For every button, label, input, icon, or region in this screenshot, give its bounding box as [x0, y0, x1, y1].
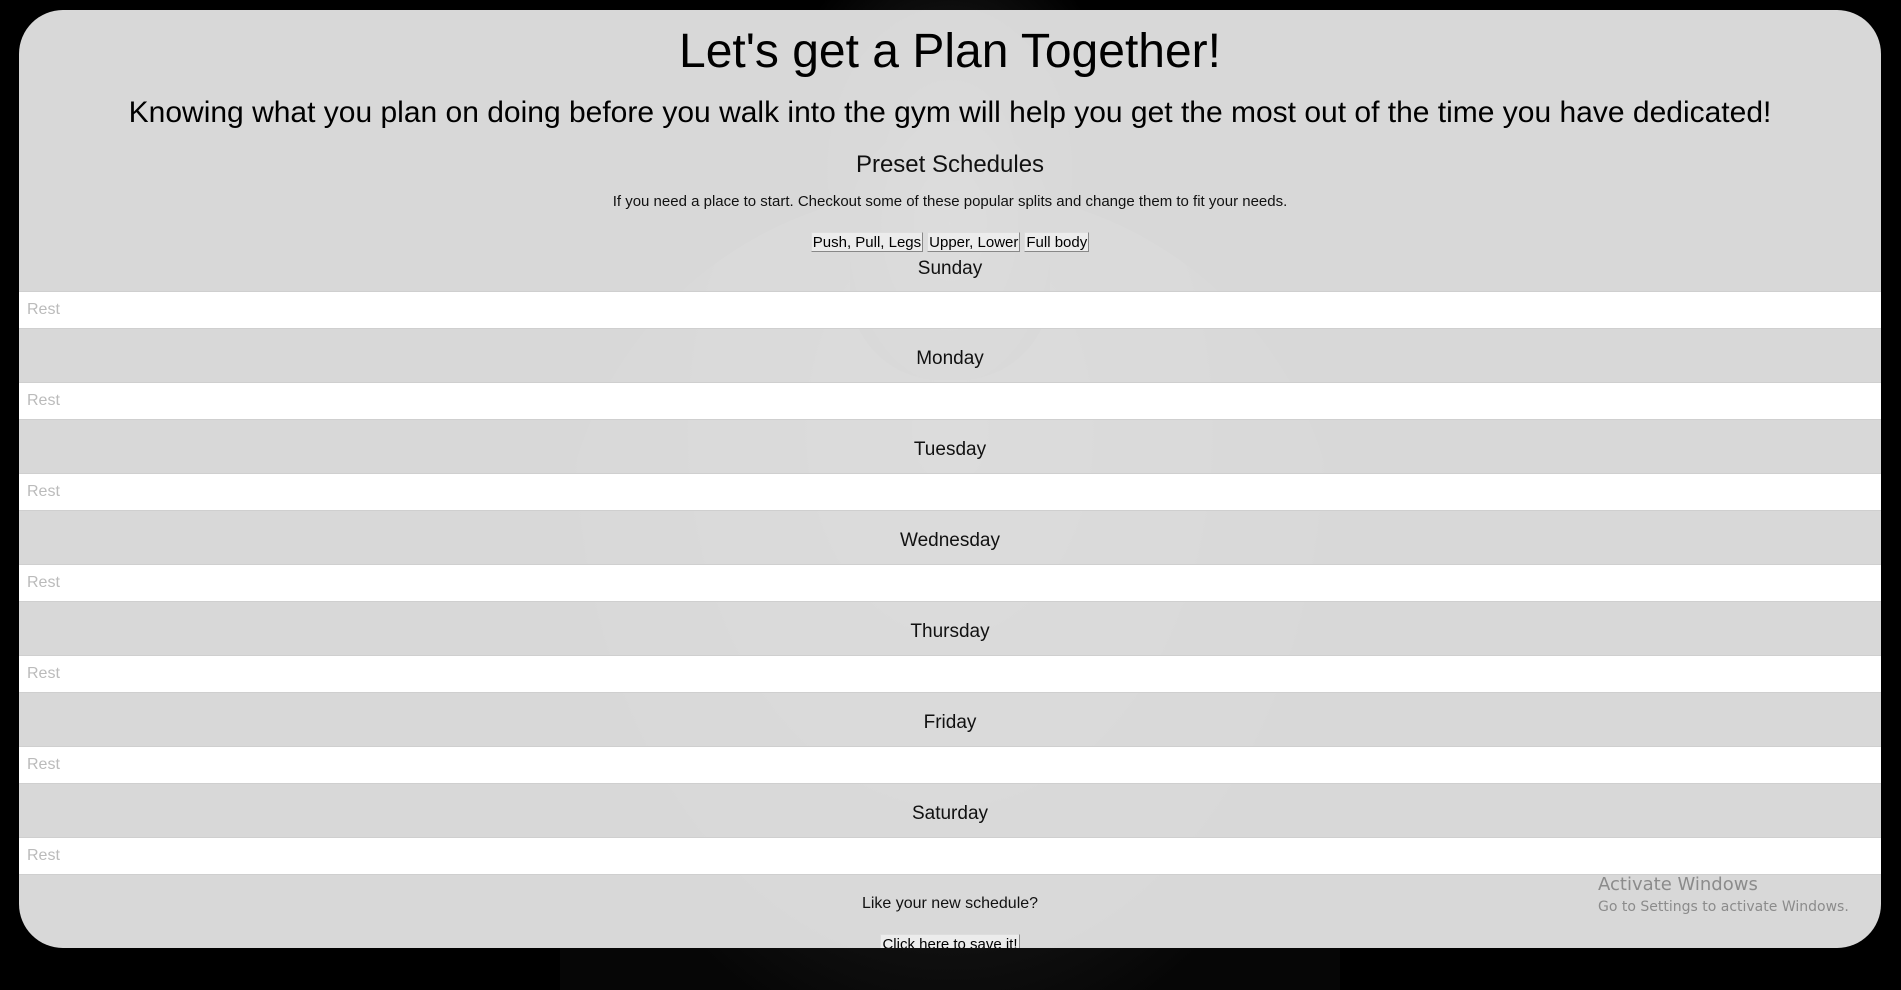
day-input-wednesday[interactable]: [19, 564, 1881, 602]
day-label-thursday: Thursday: [910, 621, 990, 642]
day-input-friday[interactable]: [19, 746, 1881, 784]
weekly-schedule: Sunday Monday Tuesday Wednesday Thursday…: [19, 255, 1881, 875]
day-input-sunday[interactable]: [19, 291, 1881, 329]
preset-buttons-group: Push, Pull, Legs Upper, Lower Full body: [19, 232, 1881, 252]
preset-push-pull-legs-button[interactable]: Push, Pull, Legs: [810, 232, 924, 252]
planner-panel: Let's get a Plan Together! Knowing what …: [19, 10, 1881, 948]
day-label-friday: Friday: [923, 712, 977, 733]
day-label-monday: Monday: [916, 348, 984, 369]
preset-schedules-heading: Preset Schedules: [855, 151, 1045, 178]
day-input-monday[interactable]: [19, 382, 1881, 420]
day-label-sunday: Sunday: [917, 258, 983, 279]
preset-schedules-description: If you need a place to start. Checkout s…: [612, 193, 1288, 210]
save-schedule-button[interactable]: Click here to save it!: [880, 934, 1020, 948]
preset-full-body-button[interactable]: Full body: [1024, 232, 1090, 252]
day-label-saturday: Saturday: [911, 803, 989, 824]
preset-upper-lower-button[interactable]: Upper, Lower: [927, 232, 1021, 252]
windows-activation-watermark: Activate Windows Go to Settings to activ…: [1598, 874, 1849, 915]
watermark-title: Activate Windows: [1598, 874, 1758, 895]
page-title: Let's get a Plan Together!: [679, 25, 1221, 78]
page-subtitle: Knowing what you plan on doing before yo…: [128, 96, 1772, 129]
save-button-wrapper: Click here to save it!: [19, 934, 1881, 948]
day-label-tuesday: Tuesday: [913, 439, 987, 460]
day-input-saturday[interactable]: [19, 837, 1881, 875]
watermark-subtitle: Go to Settings to activate Windows.: [1598, 899, 1849, 915]
day-label-wednesday: Wednesday: [900, 530, 1000, 551]
day-input-thursday[interactable]: [19, 655, 1881, 693]
day-input-tuesday[interactable]: [19, 473, 1881, 511]
